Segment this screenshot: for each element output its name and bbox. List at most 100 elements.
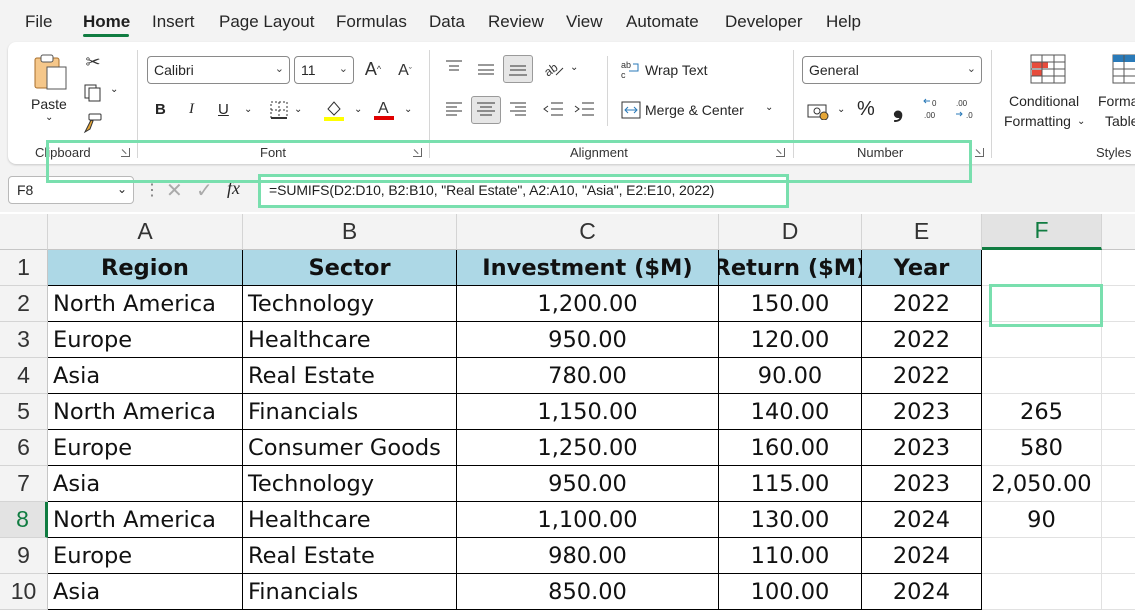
comma-style-button[interactable]: ❟: [893, 92, 903, 124]
number-launcher-icon[interactable]: [975, 148, 984, 157]
wrap-text-button[interactable]: Wrap Text: [645, 62, 708, 78]
cell-d7[interactable]: 115.00: [719, 466, 862, 502]
cell-f2[interactable]: [982, 286, 1102, 322]
select-all-corner[interactable]: [0, 214, 48, 250]
row-header-6[interactable]: 6: [0, 430, 48, 466]
cell-a3[interactable]: Europe: [48, 322, 243, 358]
cell-b6[interactable]: Consumer Goods: [243, 430, 457, 466]
cell-b2[interactable]: Technology: [243, 286, 457, 322]
cell-b4[interactable]: Real Estate: [243, 358, 457, 394]
row-header-4[interactable]: 4: [0, 358, 48, 394]
cell-e1[interactable]: Year: [862, 250, 982, 286]
orientation-chevron-icon[interactable]: ⌄: [570, 62, 578, 73]
cell-d2[interactable]: 150.00: [719, 286, 862, 322]
cell-c3[interactable]: 950.00: [457, 322, 719, 358]
tab-insert[interactable]: Insert: [152, 12, 195, 32]
align-middle-icon[interactable]: [475, 60, 497, 78]
font-color-chevron-icon[interactable]: ⌄: [404, 104, 412, 115]
increase-font-size-icon[interactable]: A ^: [362, 58, 384, 80]
cell-b7[interactable]: Technology: [243, 466, 457, 502]
cell-d9[interactable]: 110.00: [719, 538, 862, 574]
underline-button[interactable]: U: [218, 101, 229, 118]
tab-home[interactable]: Home: [83, 12, 130, 32]
cell-b8[interactable]: Healthcare: [243, 502, 457, 538]
format-painter-icon[interactable]: [80, 112, 104, 134]
cell-d3[interactable]: 120.00: [719, 322, 862, 358]
formula-input[interactable]: =SUMIFS(D2:D10, B2:B10, "Real Estate", A…: [258, 174, 789, 208]
cancel-entry-icon[interactable]: ✕: [166, 178, 183, 203]
cell-f7[interactable]: 2,050.00: [982, 466, 1102, 502]
align-bottom-button[interactable]: [503, 55, 533, 83]
cell-c9[interactable]: 980.00: [457, 538, 719, 574]
cell-b10[interactable]: Financials: [243, 574, 457, 610]
column-header-a[interactable]: A: [48, 214, 243, 250]
cell-e7[interactable]: 2023: [862, 466, 982, 502]
row-header-7[interactable]: 7: [0, 466, 48, 502]
copy-icon[interactable]: [80, 82, 106, 104]
paste-chevron-icon[interactable]: ⌄: [45, 112, 53, 123]
row-header-9[interactable]: 9: [0, 538, 48, 574]
cell-f8[interactable]: 90: [982, 502, 1102, 538]
cell-c10[interactable]: 850.00: [457, 574, 719, 610]
cell-c6[interactable]: 1,250.00: [457, 430, 719, 466]
align-center-button[interactable]: [471, 96, 501, 124]
cell-e3[interactable]: 2022: [862, 322, 982, 358]
cell-a9[interactable]: Europe: [48, 538, 243, 574]
cell-d1[interactable]: Return ($M): [719, 250, 862, 286]
increase-decimal-icon[interactable]: 0.00: [922, 96, 946, 122]
decrease-indent-icon[interactable]: [541, 99, 565, 119]
merge-center-button[interactable]: Merge & Center: [645, 102, 744, 118]
font-size-select[interactable]: 11 ⌄: [294, 56, 354, 84]
cell-b5[interactable]: Financials: [243, 394, 457, 430]
tab-automate[interactable]: Automate: [626, 12, 699, 32]
decrease-font-size-icon[interactable]: Aˇ: [394, 60, 416, 82]
accounting-format-icon[interactable]: [805, 99, 831, 121]
copy-chevron-icon[interactable]: ⌄: [110, 84, 118, 95]
align-left-icon[interactable]: [443, 99, 465, 119]
cell-d4[interactable]: 90.00: [719, 358, 862, 394]
cell-f1[interactable]: [982, 250, 1102, 286]
row-header-5[interactable]: 5: [0, 394, 48, 430]
format-as-table-icon[interactable]: [1112, 54, 1135, 84]
confirm-entry-icon[interactable]: ✓: [196, 178, 213, 203]
accounting-chevron-icon[interactable]: ⌄: [837, 104, 845, 115]
cell-b9[interactable]: Real Estate: [243, 538, 457, 574]
format-as-table-label-2[interactable]: Table: [1105, 113, 1135, 129]
row-header-8[interactable]: 8: [0, 502, 48, 538]
conditional-formatting-label[interactable]: Conditional: [1009, 93, 1079, 109]
paste-label[interactable]: Paste: [31, 96, 67, 112]
clipboard-launcher-icon[interactable]: [121, 148, 130, 157]
cell-b3[interactable]: Healthcare: [243, 322, 457, 358]
conditional-formatting-label-2[interactable]: Formatting: [1004, 113, 1071, 129]
tab-formulas[interactable]: Formulas: [336, 12, 407, 32]
cell-a10[interactable]: Asia: [48, 574, 243, 610]
cell-e10[interactable]: 2024: [862, 574, 982, 610]
cell-f3[interactable]: [982, 322, 1102, 358]
cell-c8[interactable]: 1,100.00: [457, 502, 719, 538]
underline-chevron-icon[interactable]: ⌄: [244, 104, 252, 115]
cell-d6[interactable]: 160.00: [719, 430, 862, 466]
cell-c5[interactable]: 1,150.00: [457, 394, 719, 430]
conditional-formatting-chevron-icon[interactable]: ⌄: [1077, 116, 1085, 127]
borders-icon[interactable]: [268, 99, 290, 121]
cell-f5[interactable]: 265: [982, 394, 1102, 430]
font-launcher-icon[interactable]: [413, 148, 422, 157]
column-header-d[interactable]: D: [719, 214, 862, 250]
cell-g6[interactable]: [1102, 430, 1135, 466]
tab-view[interactable]: View: [566, 12, 603, 32]
bold-button[interactable]: B: [155, 101, 166, 118]
percent-style-button[interactable]: %: [857, 98, 875, 121]
cell-a7[interactable]: Asia: [48, 466, 243, 502]
column-header-e[interactable]: E: [862, 214, 982, 250]
cell-f9[interactable]: [982, 538, 1102, 574]
align-top-icon[interactable]: [443, 58, 465, 76]
cell-g5[interactable]: [1102, 394, 1135, 430]
cell-c7[interactable]: 950.00: [457, 466, 719, 502]
cell-g2[interactable]: [1102, 286, 1135, 322]
tab-developer[interactable]: Developer: [725, 12, 803, 32]
cell-e9[interactable]: 2024: [862, 538, 982, 574]
cell-e8[interactable]: 2024: [862, 502, 982, 538]
cell-e4[interactable]: 2022: [862, 358, 982, 394]
cell-a6[interactable]: Europe: [48, 430, 243, 466]
orientation-icon[interactable]: ab: [541, 56, 567, 80]
